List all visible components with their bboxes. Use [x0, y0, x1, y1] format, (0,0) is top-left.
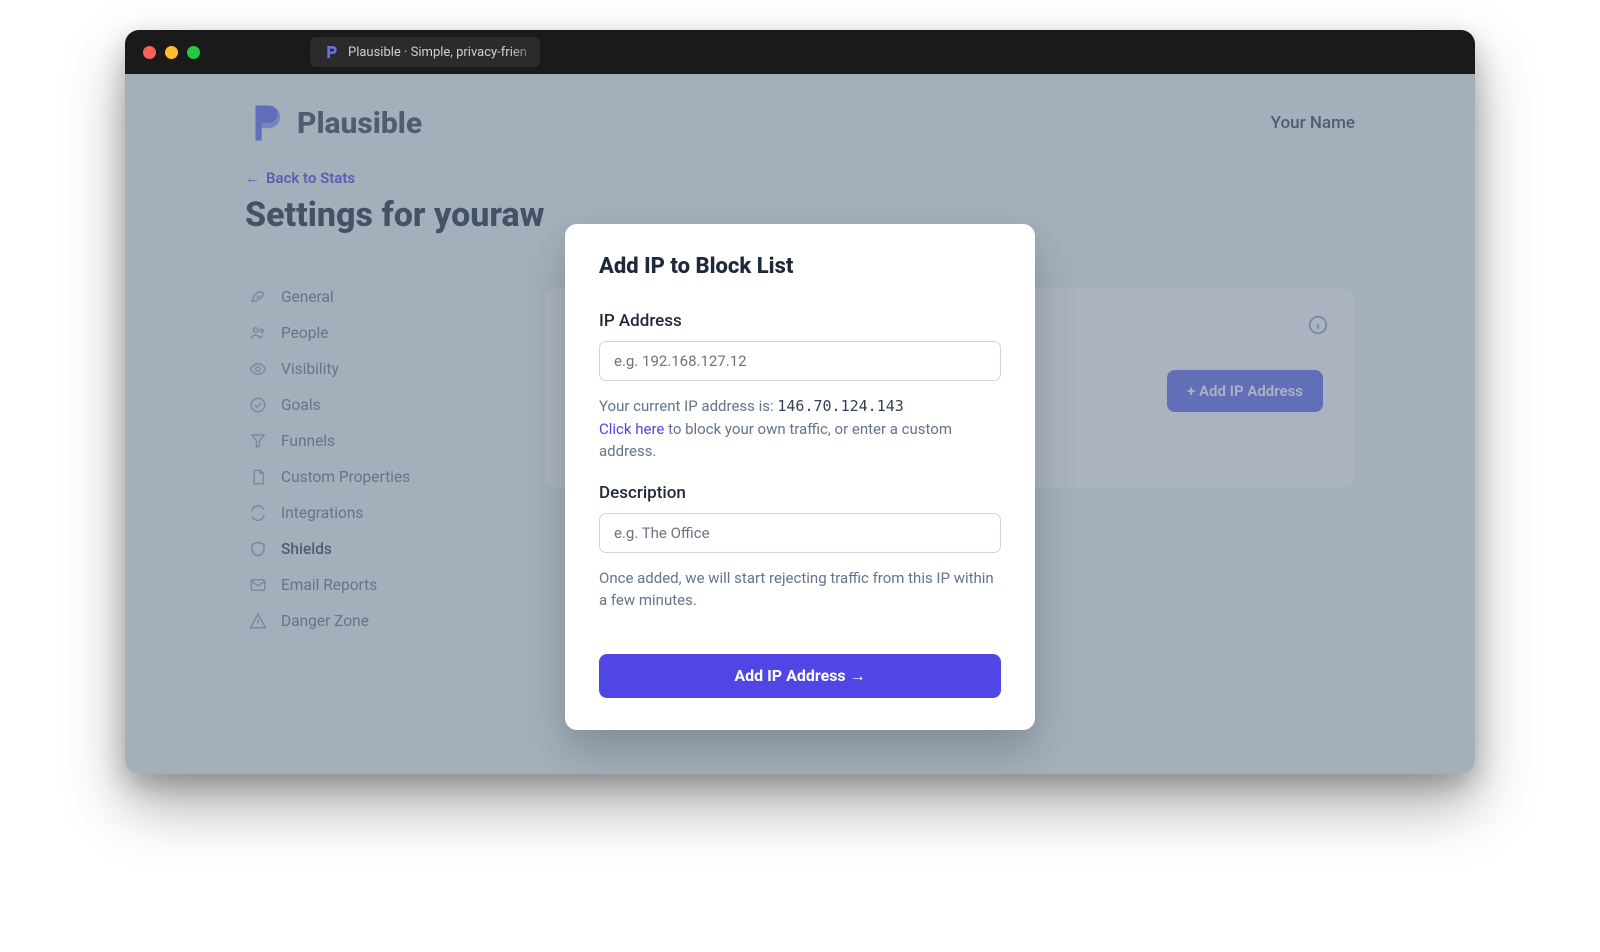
ip-help-prefix: Your current IP address is: — [599, 397, 777, 415]
description-input[interactable] — [599, 513, 1001, 553]
window-zoom-icon[interactable] — [187, 46, 200, 59]
tab-title: Plausible · Simple, privacy-frien — [348, 45, 527, 60]
tab-favicon-icon — [324, 44, 340, 60]
modal-title: Add IP to Block List — [599, 254, 1001, 279]
description-label: Description — [599, 483, 1001, 503]
browser-window: Plausible · Simple, privacy-frien Plausi… — [125, 30, 1475, 774]
ip-address-group: IP Address Your current IP address is: 1… — [599, 311, 1001, 463]
add-ip-modal: Add IP to Block List IP Address Your cur… — [565, 224, 1035, 730]
window-close-icon[interactable] — [143, 46, 156, 59]
description-group: Description Once added, we will start re… — [599, 483, 1001, 612]
window-minimize-icon[interactable] — [165, 46, 178, 59]
submit-add-ip-button[interactable]: Add IP Address → — [599, 654, 1001, 698]
click-here-link[interactable]: Click here — [599, 420, 664, 438]
browser-tab[interactable]: Plausible · Simple, privacy-frien — [310, 37, 540, 67]
description-help-text: Once added, we will start rejecting traf… — [599, 567, 1001, 612]
ip-address-label: IP Address — [599, 311, 1001, 331]
ip-address-input[interactable] — [599, 341, 1001, 381]
traffic-lights — [143, 46, 200, 59]
app-body: Plausible Your Name ← Back to Stats Sett… — [125, 74, 1475, 774]
submit-label: Add IP Address → — [734, 666, 865, 686]
title-bar: Plausible · Simple, privacy-frien — [125, 30, 1475, 74]
ip-help-text: Your current IP address is: 146.70.124.1… — [599, 395, 1001, 463]
current-ip-value: 146.70.124.143 — [777, 397, 903, 415]
modal-overlay[interactable]: Add IP to Block List IP Address Your cur… — [125, 74, 1475, 774]
